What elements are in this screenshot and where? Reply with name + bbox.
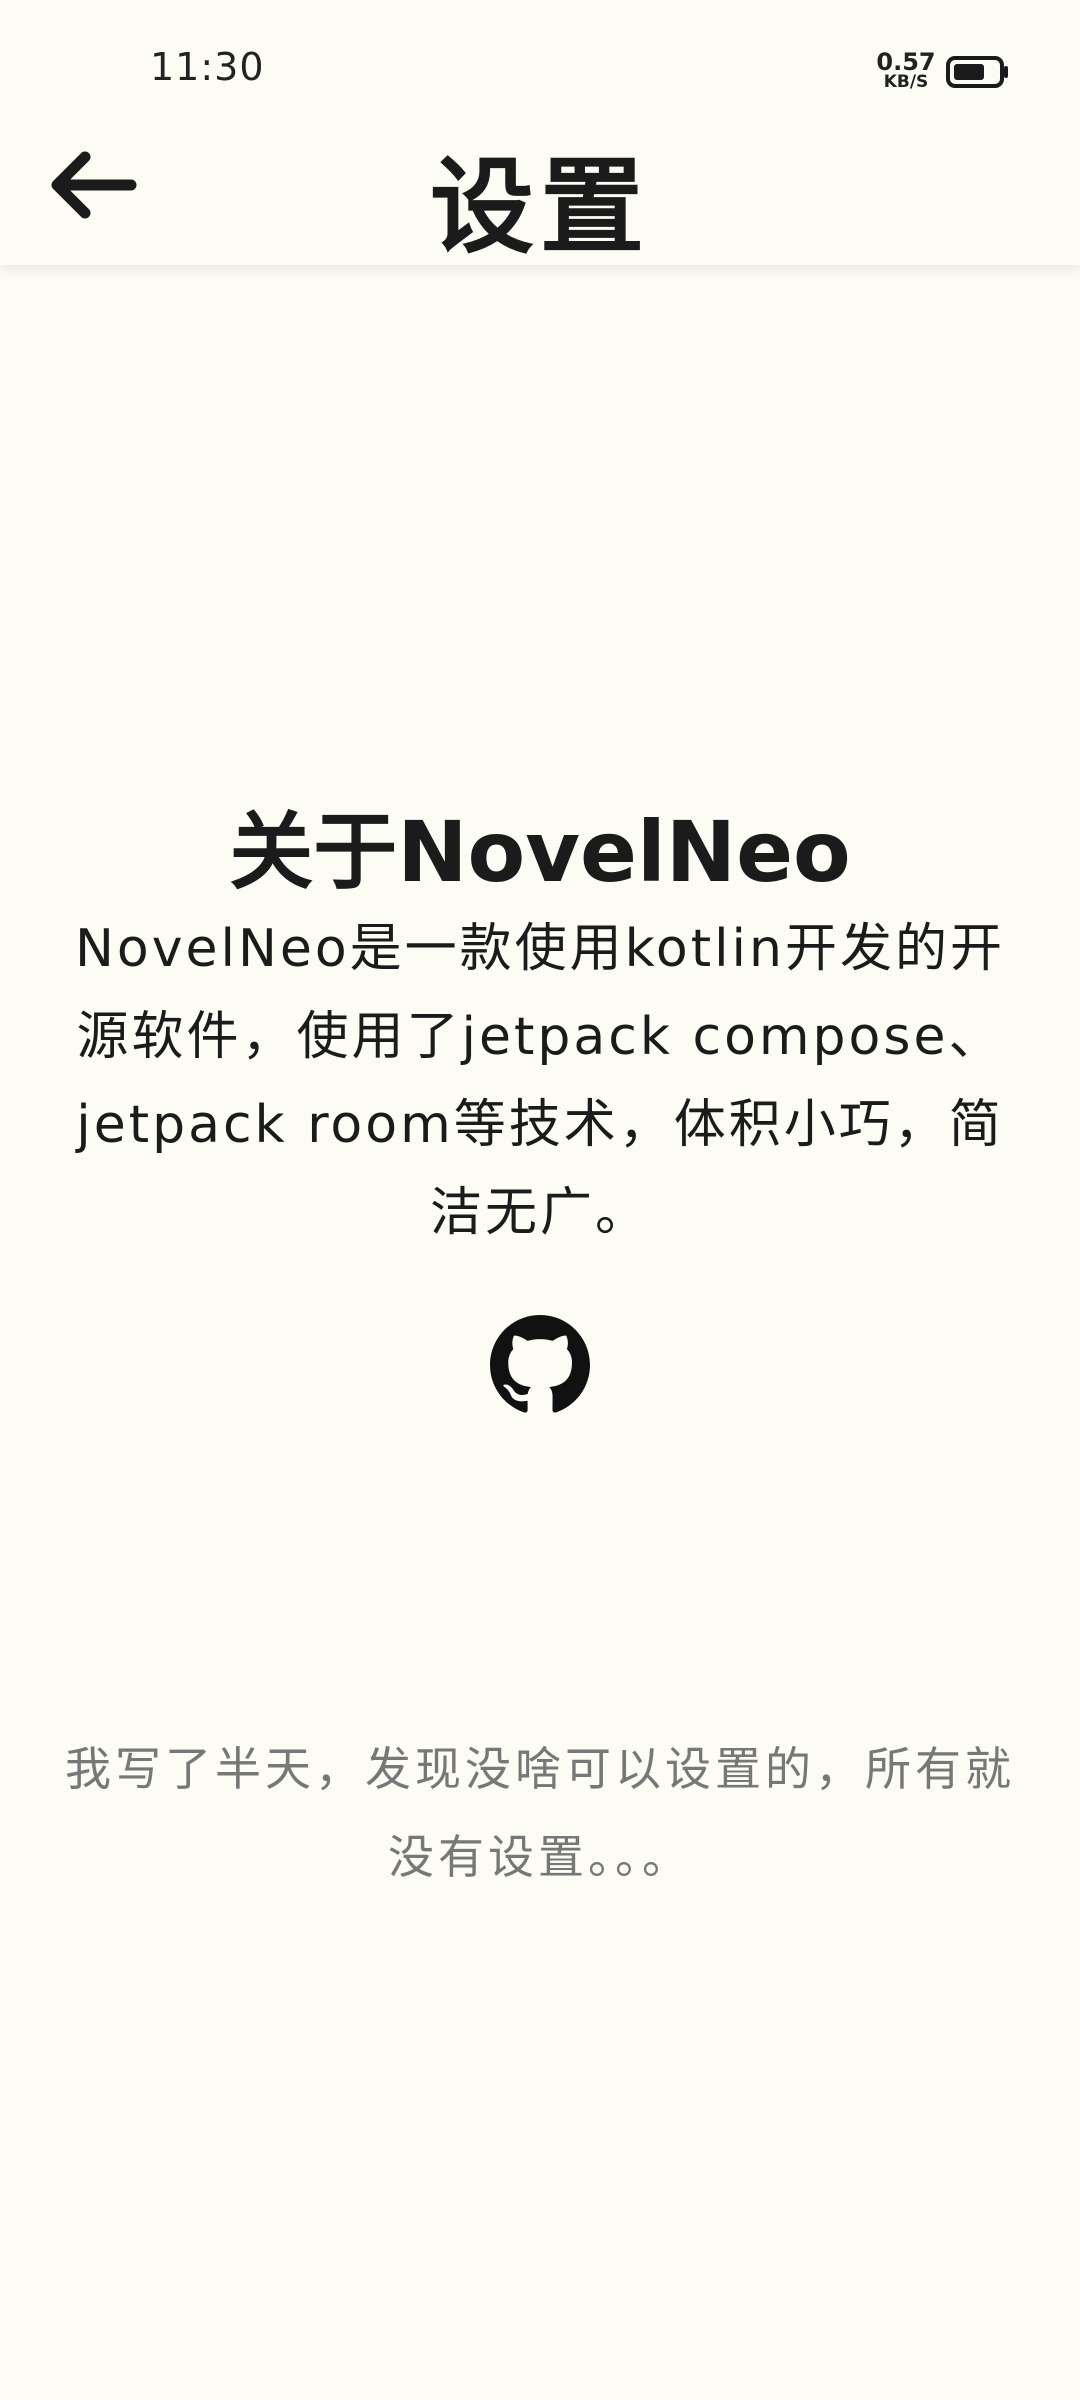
- status-time: 11:30: [150, 45, 265, 89]
- github-link[interactable]: [490, 1315, 590, 1415]
- network-speed: 0.57 KB/S: [876, 50, 936, 91]
- battery-icon: [946, 56, 1008, 88]
- github-icon: [490, 1315, 590, 1413]
- status-bar: 11:30 0.57 KB/S: [0, 0, 1080, 130]
- network-speed-unit: KB/S: [883, 72, 929, 92]
- about-description: NovelNeo是一款使用kotlin开发的开源软件，使用了jetpack co…: [75, 919, 1005, 1243]
- settings-note: 我写了半天，发现没啥可以设置的，所有就没有设置。。。: [65, 1742, 1015, 1884]
- network-speed-value: 0.57: [876, 48, 936, 76]
- page-title: 设置: [429, 146, 650, 268]
- about-title: 关于NovelNeo: [229, 803, 851, 901]
